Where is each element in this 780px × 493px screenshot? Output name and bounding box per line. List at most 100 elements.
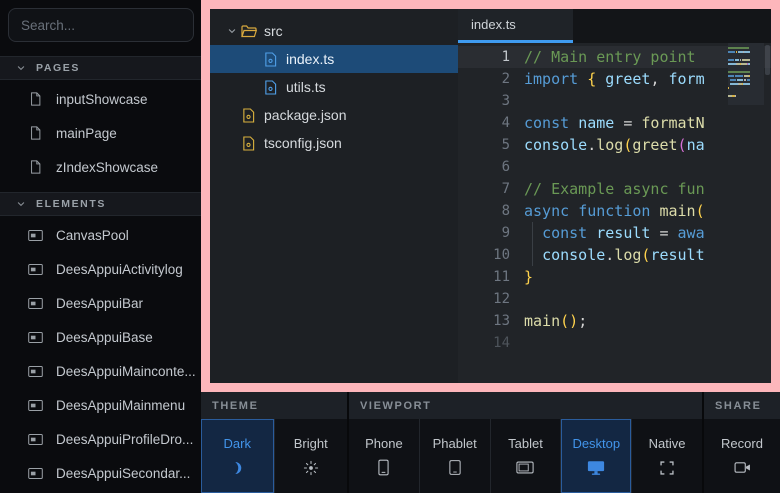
sidebar-item-deesappuimainmenu[interactable]: DeesAppuiMainmenu xyxy=(0,388,202,422)
scrollbar-thumb[interactable] xyxy=(765,45,770,75)
sidebar-item-zindexshowcase[interactable]: zIndexShowcase xyxy=(0,150,202,184)
sidebar-item-deesappuimainconte[interactable]: DeesAppuiMainconte... xyxy=(0,354,202,388)
desktop-button[interactable]: Desktop xyxy=(561,419,632,493)
toolbar-group-viewport: VIEWPORTPhonePhabletTabletDesktopNative xyxy=(349,392,702,493)
sidebar-item-mainpage[interactable]: mainPage xyxy=(0,116,202,150)
line-number: 2 xyxy=(458,71,524,87)
chevron-down-icon xyxy=(16,63,26,73)
native-button[interactable]: Native xyxy=(632,419,702,493)
phablet-button[interactable]: Phablet xyxy=(420,419,491,493)
chevron-down-icon xyxy=(16,199,26,209)
sidebar-item-inputshowcase[interactable]: inputShowcase xyxy=(0,82,202,116)
line-number: 4 xyxy=(458,115,524,131)
editor-scrollbar[interactable] xyxy=(764,43,771,383)
line-number: 11 xyxy=(458,269,524,285)
sidebar-item-label: DeesAppuiSecondar... xyxy=(56,466,190,481)
button-label: Phone xyxy=(365,436,403,451)
sidebar-item-label: DeesAppuiBase xyxy=(56,330,153,345)
sidebar-item-label: inputShowcase xyxy=(56,92,148,107)
sidebar-item-label: DeesAppuiActivitylog xyxy=(56,262,183,277)
tree-item-tsconfig-json[interactable]: tsconfig.json xyxy=(210,129,458,157)
editor: index.ts 1// Main entry point2import { g… xyxy=(458,9,771,383)
tree-item-utils-ts[interactable]: utils.ts xyxy=(210,73,458,101)
component-icon xyxy=(28,468,43,479)
sidebar-item-deesappuiactivitylog[interactable]: DeesAppuiActivitylog xyxy=(0,252,202,286)
json-file-icon xyxy=(240,136,257,151)
preview-frame: src index.ts utils.ts package.json tsconfig.… xyxy=(201,0,780,392)
line-number: 10 xyxy=(458,247,524,263)
page-icon xyxy=(28,160,43,174)
section-label: ELEMENTS xyxy=(36,198,106,210)
minimap-line xyxy=(728,79,764,81)
tree-item-src[interactable]: src xyxy=(210,17,458,45)
button-label: Tablet xyxy=(508,436,543,451)
tree-item-label: package.json xyxy=(264,107,347,123)
tab-index-ts[interactable]: index.ts xyxy=(458,9,573,43)
file-tree: src index.ts utils.ts package.json tsconfig.… xyxy=(210,9,458,383)
bottom-toolbar: THEMEDarkBrightVIEWPORTPhonePhabletTable… xyxy=(201,392,780,493)
section-header-pages[interactable]: PAGES xyxy=(0,56,202,80)
sidebar-item-deesappuisecondar[interactable]: DeesAppuiSecondar... xyxy=(0,456,202,490)
minimap-line xyxy=(728,71,764,73)
line-number: 5 xyxy=(458,137,524,153)
tab-label: index.ts xyxy=(471,17,516,32)
search-input[interactable] xyxy=(8,8,194,42)
ts-file-icon xyxy=(262,52,279,67)
sidebar-item-label: DeesAppuiBar xyxy=(56,296,143,311)
minimap-line xyxy=(728,87,764,89)
dark-button[interactable]: Dark xyxy=(201,419,275,493)
tree-item-label: tsconfig.json xyxy=(264,135,342,151)
component-icon xyxy=(28,400,43,411)
minimap-line xyxy=(728,51,764,53)
tree-item-package-json[interactable]: package.json xyxy=(210,101,458,129)
line-number: 6 xyxy=(458,159,524,175)
sidebar-item-deesappuiprofiledro[interactable]: DeesAppuiProfileDro... xyxy=(0,422,202,456)
sidebar-item-canvaspool[interactable]: CanvasPool xyxy=(0,218,202,252)
minimap-line xyxy=(728,59,764,61)
tablet-button[interactable]: Tablet xyxy=(491,419,562,493)
code-area[interactable]: 1// Main entry point2import { greet, for… xyxy=(458,43,771,383)
tree-item-index-ts[interactable]: index.ts xyxy=(210,45,458,73)
bright-button[interactable]: Bright xyxy=(275,419,348,493)
button-label: Bright xyxy=(294,436,328,451)
toolbar-group-share: SHARERecord xyxy=(704,392,780,493)
button-label: Desktop xyxy=(572,436,620,451)
minimap-line xyxy=(728,95,764,97)
minimap-line xyxy=(728,99,764,101)
line-number: 14 xyxy=(458,335,524,351)
button-label: Record xyxy=(721,436,763,451)
component-icon xyxy=(28,230,43,241)
component-icon xyxy=(28,332,43,343)
code-line: 1// Main entry point xyxy=(458,46,771,68)
page-icon xyxy=(28,126,43,140)
section-label: PAGES xyxy=(36,62,80,74)
code-line: 13main(); xyxy=(458,310,771,332)
code-line: 3 xyxy=(458,90,771,112)
record-icon xyxy=(734,459,751,477)
minimap-line xyxy=(728,47,764,49)
sidebar-item-deesappuibase[interactable]: DeesAppuiBase xyxy=(0,320,202,354)
component-icon xyxy=(28,366,43,377)
button-label: Phablet xyxy=(433,436,477,451)
native-icon xyxy=(660,459,674,477)
section-header-elements[interactable]: ELEMENTS xyxy=(0,192,202,216)
code-line: 9 const result = awa xyxy=(458,222,771,244)
phone-icon xyxy=(378,459,389,477)
tree-item-label: index.ts xyxy=(286,51,334,67)
json-file-icon xyxy=(240,108,257,123)
minimap[interactable] xyxy=(728,43,764,383)
moon-icon xyxy=(230,459,245,477)
minimap-line xyxy=(728,63,764,65)
sidebar-item-deesappuibar[interactable]: DeesAppuiBar xyxy=(0,286,202,320)
sun-icon xyxy=(303,459,319,477)
code-line: 2import { greet, form xyxy=(458,68,771,90)
minimap-line xyxy=(728,75,764,77)
sidebar-item-label: DeesAppuiMainconte... xyxy=(56,364,196,379)
code-line: 7// Example async fun xyxy=(458,178,771,200)
button-label: Dark xyxy=(224,436,251,451)
code-line: 6 xyxy=(458,156,771,178)
code-line: 12 xyxy=(458,288,771,310)
component-icon xyxy=(28,434,43,445)
record-button[interactable]: Record xyxy=(704,419,780,493)
phone-button[interactable]: Phone xyxy=(349,419,420,493)
